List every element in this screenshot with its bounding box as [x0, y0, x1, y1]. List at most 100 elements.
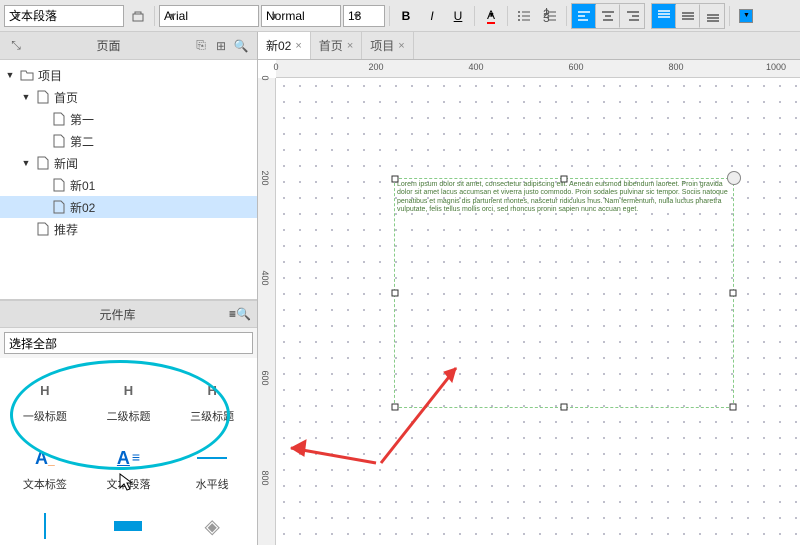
close-icon[interactable]: × — [295, 40, 301, 52]
font-size-dropdown[interactable]: 13▼ — [343, 5, 385, 27]
library-menu-icon[interactable]: ≡ — [229, 307, 236, 321]
paragraph-text: Lorem ipsum dolor sit amet, consectetur … — [397, 181, 731, 215]
align-middle-button[interactable] — [676, 4, 700, 28]
ruler-tick: 400 — [260, 270, 270, 285]
tree-row[interactable]: 推荐 — [0, 218, 257, 240]
tree-label: 第一 — [70, 111, 94, 128]
italic-button[interactable]: I — [420, 4, 444, 28]
collapse-icon[interactable]: ⤡ — [6, 36, 26, 56]
canvas-area: 02004006008001000 0200400600800 Lorem ip… — [258, 60, 800, 545]
number-list-button[interactable]: 123 — [538, 4, 562, 28]
tab-label: 首页 — [319, 37, 343, 54]
bullet-list-button[interactable] — [512, 4, 536, 28]
bold-button[interactable]: B — [394, 4, 418, 28]
folder-icon — [20, 68, 34, 82]
separator — [389, 6, 390, 26]
widget-item[interactable]: H三级标题 — [171, 362, 253, 424]
document-tab[interactable]: 首页 × — [311, 32, 362, 59]
resize-handle[interactable] — [392, 290, 399, 297]
tree-label: 第二 — [70, 133, 94, 150]
font-family-dropdown[interactable]: Arial▼ — [159, 5, 259, 27]
chevron-down-icon: ▼ — [743, 12, 750, 19]
tree-label: 推荐 — [54, 221, 78, 238]
chevron-down-icon: ▼ — [488, 12, 495, 19]
widget-item[interactable]: ◈动态面板 — [171, 498, 253, 545]
resize-handle[interactable] — [730, 290, 737, 297]
library-selector-dropdown[interactable]: 选择全部▼ — [4, 332, 253, 354]
close-icon[interactable]: × — [398, 40, 404, 52]
widget-label: 水平线 — [196, 476, 229, 492]
tree-row[interactable]: ▼新闻 — [0, 152, 257, 174]
gear-icon — [130, 8, 146, 24]
caret-icon[interactable]: ▼ — [4, 70, 16, 80]
widget-thumb: H — [27, 374, 63, 406]
search-icon[interactable]: 🔍 — [231, 36, 251, 56]
number-list-icon: 123 — [542, 8, 558, 24]
font-weight-dropdown[interactable]: Normal▼ — [261, 5, 341, 27]
canvas[interactable]: Lorem ipsum dolor sit amet, consectetur … — [276, 78, 800, 545]
widget-item[interactable]: H 一级标题 — [4, 362, 86, 424]
page-icon — [52, 112, 66, 126]
underline-button[interactable]: U — [446, 4, 470, 28]
svg-text:3: 3 — [543, 11, 550, 24]
chevron-down-icon: ▼ — [270, 11, 279, 21]
ruler-tick: 200 — [260, 170, 270, 185]
widget-thumb — [194, 442, 230, 474]
widget-item[interactable]: H二级标题 — [88, 362, 170, 424]
builder-icon-button[interactable] — [126, 4, 150, 28]
document-tab[interactable]: 项目× — [362, 32, 413, 59]
tree-row[interactable]: 第二 — [0, 130, 257, 152]
widget-item[interactable]: 热区 — [88, 498, 170, 545]
page-icon — [36, 90, 50, 104]
document-tab[interactable]: 新02× — [258, 32, 311, 59]
search-icon[interactable]: 🔍 — [236, 307, 251, 321]
ruler-tick: 0 — [273, 62, 278, 72]
align-left-button[interactable] — [572, 4, 596, 28]
add-child-icon[interactable]: ⊞ — [211, 36, 231, 56]
widget-item[interactable]: A_文本标签 — [4, 430, 86, 492]
bold-icon: B — [402, 9, 411, 23]
align-center-button[interactable] — [596, 4, 620, 28]
rotate-handle[interactable] — [727, 171, 741, 185]
resize-handle[interactable] — [392, 176, 399, 183]
separator — [474, 6, 475, 26]
resize-handle[interactable] — [561, 404, 568, 411]
widget-item[interactable]: 水平线 — [171, 430, 253, 492]
align-center-icon — [600, 8, 616, 24]
tree-label: 新02 — [70, 199, 95, 216]
library-panel-title: 元件库 — [6, 306, 229, 323]
tree-row[interactable]: 新01 — [0, 174, 257, 196]
tree-row[interactable]: ▼ 首页 — [0, 86, 257, 108]
annotation-arrow-2 — [276, 408, 396, 478]
close-icon[interactable]: × — [347, 40, 353, 52]
chevron-down-icon: ▼ — [168, 11, 177, 21]
widget-item[interactable]: 垂直线 — [4, 498, 86, 545]
widget-label: 二级标题 — [106, 408, 150, 424]
element-type-dropdown[interactable]: 文本段落▼ — [4, 5, 124, 27]
font-color-button[interactable]: A▼ — [479, 4, 503, 28]
widget-label: 三级标题 — [190, 408, 234, 424]
align-left-icon — [576, 8, 592, 24]
tree-row[interactable]: 新02 — [0, 196, 257, 218]
tree-row[interactable]: 第一 — [0, 108, 257, 130]
ruler-tick: 600 — [568, 62, 583, 72]
resize-handle[interactable] — [730, 404, 737, 411]
tree-row[interactable]: ▼项目 — [0, 64, 257, 86]
widget-thumb: ◈ — [194, 510, 230, 542]
tree-label: 首页 — [54, 89, 78, 106]
fill-color-button[interactable]: ▼ — [734, 4, 758, 28]
caret-icon[interactable]: ▼ — [20, 158, 32, 168]
align-right-button[interactable] — [620, 4, 644, 28]
align-top-button[interactable] — [652, 4, 676, 28]
page-icon — [52, 178, 66, 192]
align-bottom-button[interactable] — [700, 4, 724, 28]
document-tabs: 新02×首页×项目× — [258, 32, 800, 60]
add-sibling-icon[interactable]: ⎘ — [191, 36, 211, 56]
caret-icon[interactable]: ▼ — [20, 92, 32, 102]
resize-handle[interactable] — [561, 176, 568, 183]
widget-thumb — [110, 510, 146, 542]
widget-label: 一级标题 — [23, 408, 67, 424]
widget-thumb: A_ — [27, 442, 63, 474]
align-middle-icon — [680, 8, 696, 24]
v-align-group — [651, 3, 725, 29]
